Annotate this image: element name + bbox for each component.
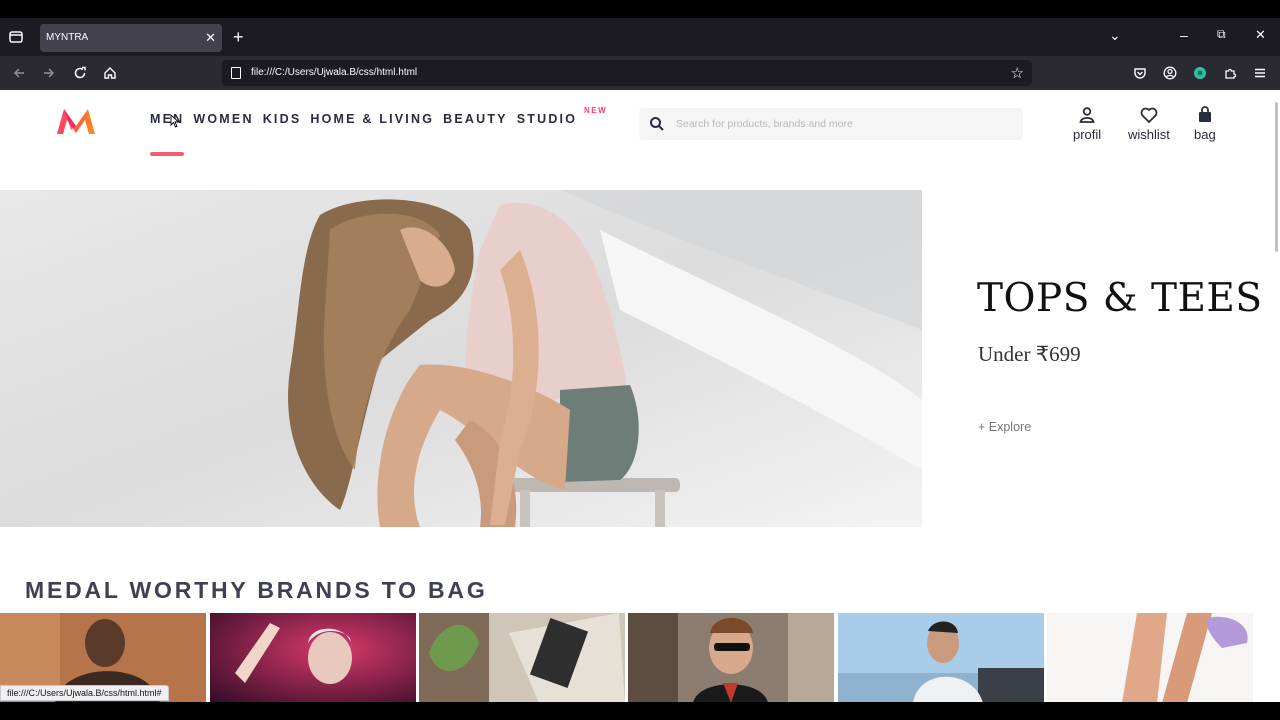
nav-item-women[interactable]: WOMEN bbox=[193, 112, 253, 126]
page-icon bbox=[231, 67, 241, 79]
nav-item-studio[interactable]: STUDIO NEW bbox=[516, 106, 606, 126]
pocket-icon[interactable] bbox=[1133, 66, 1147, 80]
profile-icon bbox=[1079, 107, 1095, 123]
status-bar-url: file:///C:/Users/Ujwala.B/css/html.html# bbox=[0, 685, 169, 701]
hero-subtitle: Under ₹699 bbox=[978, 342, 1081, 366]
account-icon[interactable] bbox=[1163, 66, 1177, 80]
hero-title: TOPS & TEES bbox=[977, 276, 1263, 321]
hero-model-illustration bbox=[0, 190, 922, 527]
wishlist-label: wishlist bbox=[1128, 127, 1170, 142]
minimize-icon[interactable]: – bbox=[1180, 27, 1188, 43]
tab-overview-icon[interactable] bbox=[8, 29, 24, 45]
bag-label: bag bbox=[1194, 127, 1216, 142]
screen-bottom-border bbox=[0, 702, 1280, 720]
list-all-tabs-icon[interactable]: ⌄ bbox=[1109, 27, 1121, 44]
search-input[interactable] bbox=[676, 108, 1016, 140]
web-page: MEN WOMEN KIDS HOME & LIVING BEAUTY STUD… bbox=[0, 90, 1280, 702]
bookmark-star-icon[interactable]: ☆ bbox=[1011, 64, 1024, 82]
nav-item-studio-label: STUDIO bbox=[516, 112, 578, 126]
tab-title: MYNTRA bbox=[46, 32, 89, 43]
brand-card[interactable] bbox=[419, 613, 625, 702]
category-nav: MEN WOMEN KIDS HOME & LIVING BEAUTY STUD… bbox=[150, 106, 606, 126]
brand-card[interactable] bbox=[628, 613, 834, 702]
explore-link[interactable]: + Explore bbox=[978, 420, 1031, 434]
nav-item-home-living[interactable]: HOME & LIVING bbox=[310, 112, 434, 126]
wishlist-button[interactable]: wishlist bbox=[1128, 106, 1170, 142]
mouse-cursor-icon bbox=[170, 114, 180, 128]
extensions-puzzle-icon[interactable] bbox=[1223, 66, 1237, 80]
window-close-icon[interactable]: ✕ bbox=[1255, 27, 1266, 43]
profile-label: profil bbox=[1073, 127, 1102, 142]
search-icon[interactable] bbox=[649, 116, 665, 132]
brands-section-title: MEDAL WORTHY BRANDS TO BAG bbox=[25, 577, 488, 603]
address-bar[interactable]: file:///C:/Users/Ujwala.B/css/html.html … bbox=[222, 60, 1032, 86]
search-bar[interactable] bbox=[639, 108, 1023, 140]
screen-top-border bbox=[0, 0, 1280, 18]
extension-badge-icon[interactable] bbox=[1193, 66, 1207, 80]
home-icon[interactable] bbox=[103, 66, 117, 80]
restore-icon[interactable]: ⧉ bbox=[1217, 27, 1226, 42]
new-tab-button[interactable]: + bbox=[233, 27, 244, 47]
brand-card[interactable] bbox=[1047, 613, 1253, 702]
nav-item-beauty[interactable]: BEAUTY bbox=[443, 112, 508, 126]
address-bar-url[interactable]: file:///C:/Users/Ujwala.B/css/html.html bbox=[251, 60, 417, 86]
menu-hamburger-icon[interactable] bbox=[1253, 66, 1267, 80]
nav-item-kids[interactable]: KIDS bbox=[263, 112, 302, 126]
brand-card[interactable] bbox=[838, 613, 1044, 702]
brand-card[interactable] bbox=[210, 613, 416, 702]
brand-carousel bbox=[0, 613, 1280, 702]
new-badge: NEW bbox=[583, 106, 608, 115]
hero-banner-image[interactable] bbox=[0, 190, 922, 527]
forward-icon[interactable] bbox=[42, 66, 56, 80]
reload-icon[interactable] bbox=[73, 66, 87, 80]
page-scrollbar[interactable] bbox=[1275, 102, 1278, 252]
bag-button[interactable]: bag bbox=[1194, 106, 1216, 142]
back-icon[interactable] bbox=[12, 66, 26, 80]
profile-button[interactable]: profil bbox=[1073, 106, 1101, 142]
active-nav-underline bbox=[150, 152, 184, 156]
tab-close-icon[interactable]: ✕ bbox=[205, 24, 216, 52]
heart-icon bbox=[1140, 107, 1158, 124]
bag-icon bbox=[1198, 106, 1211, 122]
browser-tab[interactable]: MYNTRA ✕ bbox=[40, 24, 222, 52]
myntra-logo[interactable] bbox=[55, 106, 97, 136]
